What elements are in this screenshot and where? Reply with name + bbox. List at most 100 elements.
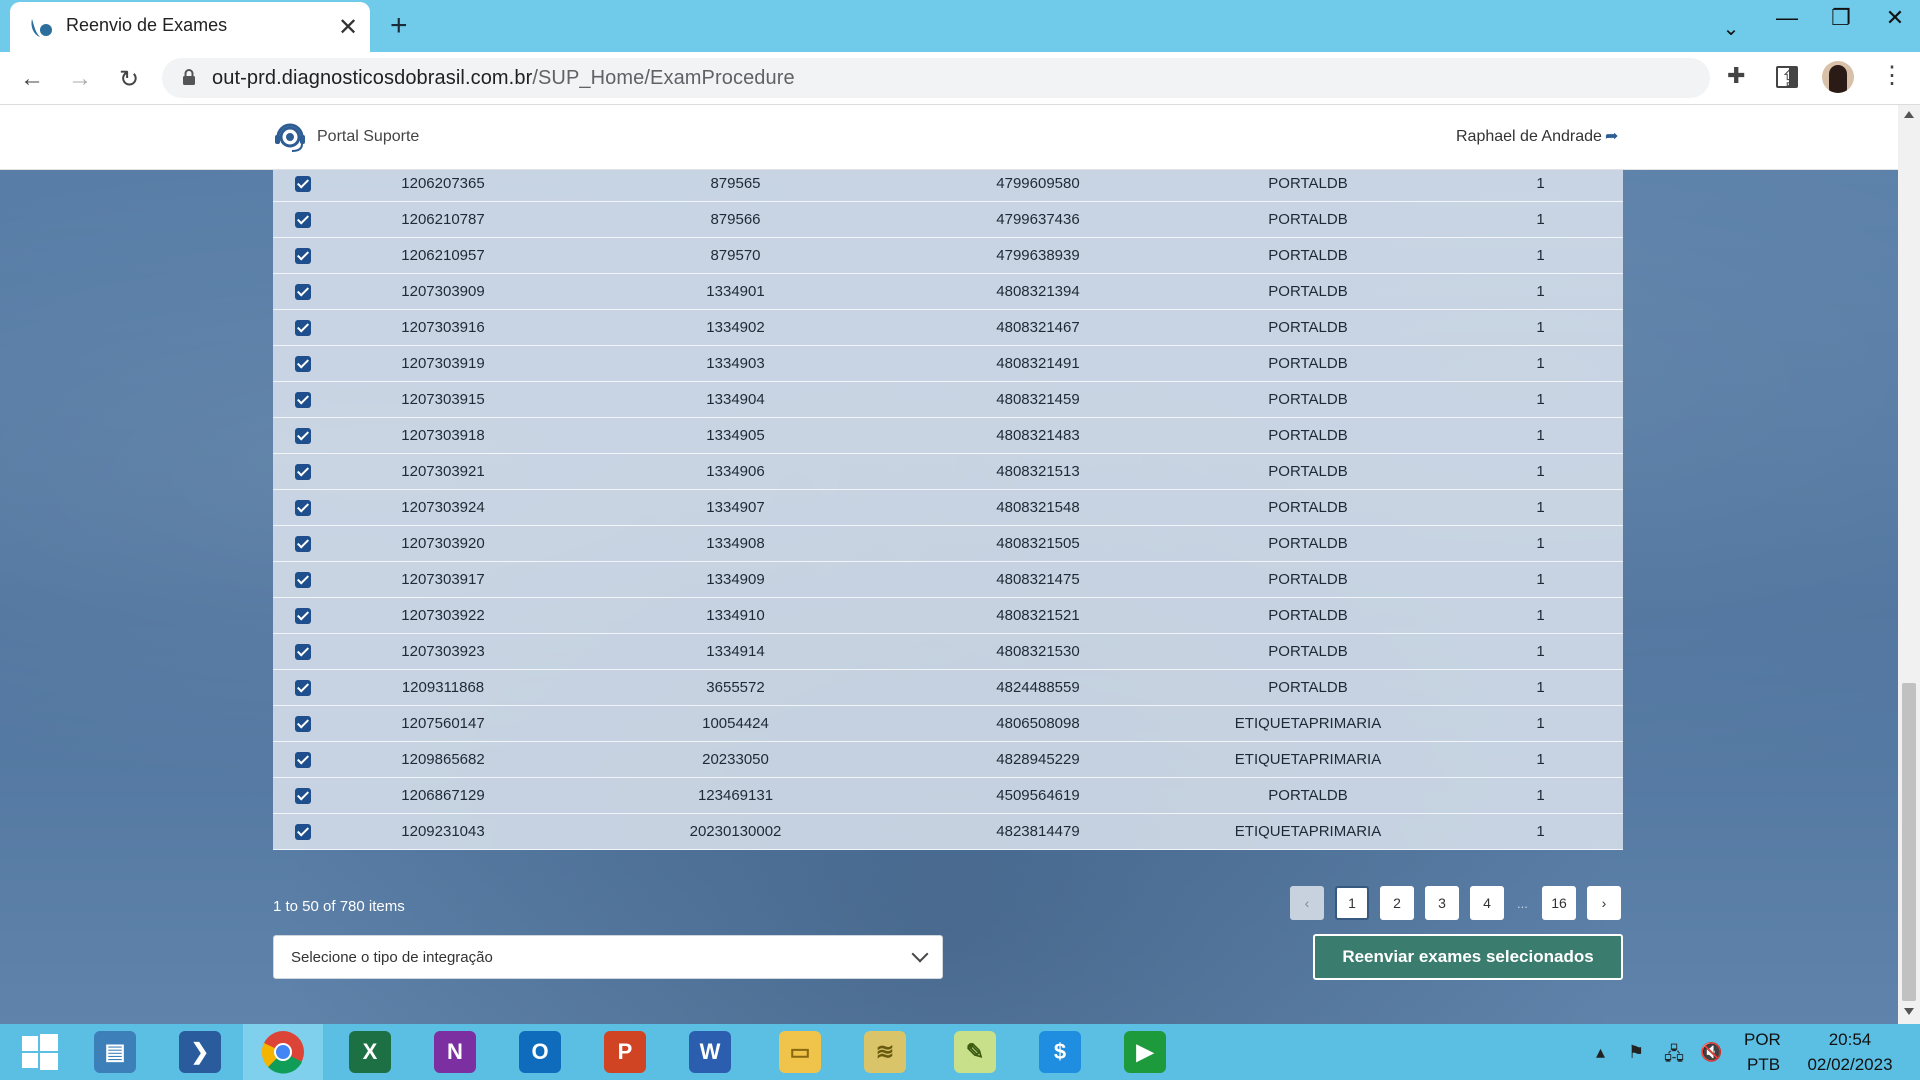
tray-network-icon[interactable]: 🖧: [1664, 1042, 1684, 1072]
table-row[interactable]: 1209865682 20233050 4828945229 ETIQUETAPRIM…: [273, 741, 1623, 778]
page-button-1[interactable]: 1: [1335, 886, 1369, 920]
close-tab-icon[interactable]: ✕: [338, 13, 358, 42]
table-row[interactable]: 1207303915 1334904 4808321459 PORTALDB 1: [273, 381, 1623, 418]
row-checkbox[interactable]: [295, 392, 311, 409]
tray-expand-icon[interactable]: ▴: [1596, 1042, 1605, 1063]
row-checkbox[interactable]: [295, 608, 311, 625]
file-explorer-icon[interactable]: ▭: [760, 1024, 840, 1080]
row-checkbox[interactable]: [295, 572, 311, 589]
powershell-icon[interactable]: ❯: [160, 1024, 240, 1080]
new-tab-icon[interactable]: +: [390, 9, 408, 43]
table-row[interactable]: 1207303917 1334909 4808321475 PORTALDB 1: [273, 561, 1623, 598]
close-window-icon[interactable]: ✕: [1868, 0, 1920, 36]
tab-search-chevron-icon[interactable]: ⌄: [1706, 10, 1756, 46]
logout-icon[interactable]: ➦: [1605, 126, 1618, 146]
table-row[interactable]: 1209311868 3655572 4824488559 PORTALDB 1: [273, 669, 1623, 706]
row-checkbox[interactable]: [295, 752, 311, 769]
restore-window-icon[interactable]: ❐: [1814, 0, 1868, 36]
integration-type-value: Selecione o tipo de integração: [291, 949, 493, 966]
tray-volume-muted-icon[interactable]: 🔇: [1700, 1042, 1722, 1063]
notepad-app-icon[interactable]: ✎: [935, 1024, 1015, 1080]
chrome-icon[interactable]: [243, 1024, 323, 1080]
excel-icon[interactable]: X: [330, 1024, 410, 1080]
row-checkbox[interactable]: [295, 464, 311, 481]
row-checkbox-cell: [273, 633, 333, 670]
table-row[interactable]: 1206210957 879570 4799638939 PORTALDB 1: [273, 237, 1623, 274]
page-button-3[interactable]: 3: [1425, 886, 1459, 920]
books-app-icon[interactable]: ≋: [845, 1024, 925, 1080]
table-cell-c3: 4799637436: [918, 201, 1158, 238]
table-row[interactable]: 1209231043 20230130002 4823814479 ETIQUETAP…: [273, 813, 1623, 850]
keyboard-layout[interactable]: PTB: [1747, 1055, 1780, 1075]
next-page-button[interactable]: ›: [1587, 886, 1621, 920]
back-arrow-icon[interactable]: ←: [15, 62, 49, 96]
table-row[interactable]: 1207303924 1334907 4808321548 PORTALDB 1: [273, 489, 1623, 526]
table-row[interactable]: 1207303922 1334910 4808321521 PORTALDB 1: [273, 597, 1623, 634]
tab-title: Reenvio de Exames: [66, 15, 228, 35]
table-row[interactable]: 1206207365 879565 4799609580 PORTALDB 1: [273, 169, 1623, 202]
page-content: Portal Suporte Raphael de Andrade ➦ 1206…: [0, 105, 1898, 1025]
clock-date[interactable]: 02/02/2023: [1800, 1055, 1900, 1075]
row-checkbox[interactable]: [295, 428, 311, 445]
input-language[interactable]: POR: [1744, 1030, 1781, 1050]
media-player-icon[interactable]: ▶: [1105, 1024, 1185, 1080]
table-row[interactable]: 1207303918 1334905 4808321483 PORTALDB 1: [273, 417, 1623, 454]
address-bar[interactable]: out-prd.diagnosticosdobrasil.com.br/SUP_…: [162, 58, 1852, 98]
prev-page-button[interactable]: ‹: [1290, 886, 1324, 920]
onenote-icon[interactable]: N: [415, 1024, 495, 1080]
row-checkbox[interactable]: [295, 644, 311, 661]
sync-app-icon[interactable]: $: [1020, 1024, 1100, 1080]
profile-avatar[interactable]: [1822, 61, 1854, 93]
scroll-up-arrow-icon[interactable]: [1904, 111, 1914, 118]
page-button-4[interactable]: 4: [1470, 886, 1504, 920]
side-panel-icon[interactable]: [1776, 66, 1798, 88]
clock-time[interactable]: 20:54: [1800, 1030, 1900, 1050]
table-row[interactable]: 1207303921 1334906 4808321513 PORTALDB 1: [273, 453, 1623, 490]
browser-tab[interactable]: Reenvio de Exames ✕: [10, 2, 370, 52]
browser-menu-icon[interactable]: ⋮: [1880, 61, 1904, 90]
windows-start-icon[interactable]: [0, 1024, 80, 1080]
table-row[interactable]: 1207303919 1334903 4808321491 PORTALDB 1: [273, 345, 1623, 382]
table-row[interactable]: 1206210787 879566 4799637436 PORTALDB 1: [273, 201, 1623, 238]
table-cell-c3: 4509564619: [918, 777, 1158, 814]
row-checkbox[interactable]: [295, 680, 311, 697]
table-cell-c1: 1209865682: [333, 741, 553, 778]
table-row[interactable]: 1207303923 1334914 4808321530 PORTALDB 1: [273, 633, 1623, 670]
row-checkbox[interactable]: [295, 824, 311, 841]
minimize-window-icon[interactable]: —: [1760, 0, 1814, 36]
page-button-2[interactable]: 2: [1380, 886, 1414, 920]
extensions-puzzle-icon[interactable]: ✚: [1727, 63, 1745, 89]
page-button-last[interactable]: 16: [1542, 886, 1576, 920]
row-checkbox[interactable]: [295, 320, 311, 337]
row-checkbox[interactable]: [295, 176, 311, 193]
table-row[interactable]: 1207303916 1334902 4808321467 PORTALDB 1: [273, 309, 1623, 346]
integration-type-select[interactable]: Selecione o tipo de integração: [273, 935, 943, 979]
row-checkbox[interactable]: [295, 212, 311, 229]
outlook-icon[interactable]: O: [500, 1024, 580, 1080]
table-cell-c2: 20230130002: [553, 813, 918, 850]
resend-selected-exams-button[interactable]: Reenviar exames selecionados: [1313, 934, 1623, 980]
row-checkbox-cell: [273, 309, 333, 346]
row-checkbox[interactable]: [295, 284, 311, 301]
row-checkbox[interactable]: [295, 248, 311, 265]
table-row[interactable]: 1206867129 123469131 4509564619 PORTALDB 1: [273, 777, 1623, 814]
table-cell-c3: 4808321475: [918, 561, 1158, 598]
scroll-down-arrow-icon[interactable]: [1904, 1008, 1914, 1015]
brand-name[interactable]: Portal Suporte: [317, 128, 419, 146]
reload-icon[interactable]: ↻: [112, 62, 146, 96]
table-row[interactable]: 1207303909 1334901 4808321394 PORTALDB 1: [273, 273, 1623, 310]
row-checkbox[interactable]: [295, 500, 311, 517]
server-manager-icon[interactable]: ▤: [75, 1024, 155, 1080]
row-checkbox[interactable]: [295, 788, 311, 805]
tray-flag-icon[interactable]: ⚑: [1628, 1042, 1644, 1063]
powerpoint-icon[interactable]: P: [585, 1024, 665, 1080]
row-checkbox[interactable]: [295, 716, 311, 733]
table-row[interactable]: 1207560147 10054424 4806508098 ETIQUETAPRIM…: [273, 705, 1623, 742]
page-scrollbar[interactable]: [1898, 105, 1920, 1025]
forward-arrow-icon[interactable]: →: [63, 62, 97, 96]
table-row[interactable]: 1207303920 1334908 4808321505 PORTALDB 1: [273, 525, 1623, 562]
row-checkbox[interactable]: [295, 536, 311, 553]
word-icon[interactable]: W: [670, 1024, 750, 1080]
scrollbar-thumb[interactable]: [1902, 683, 1916, 1001]
row-checkbox[interactable]: [295, 356, 311, 373]
